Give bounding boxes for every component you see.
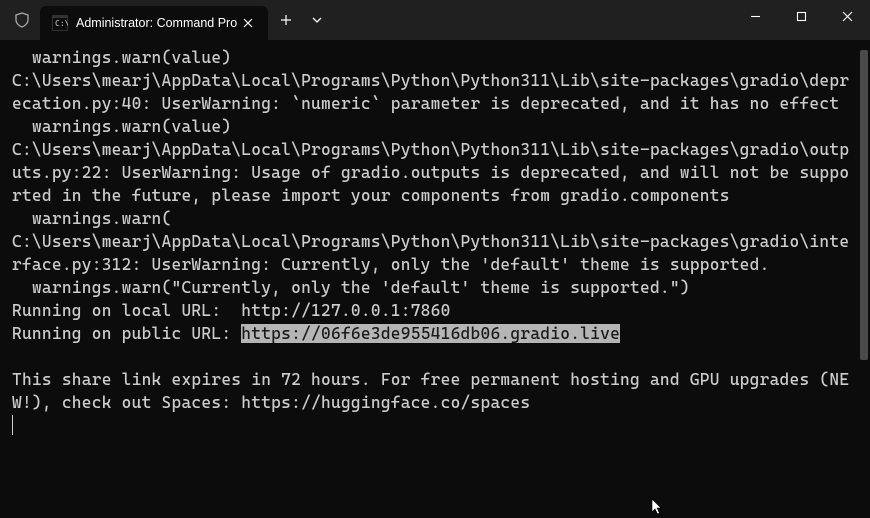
tab-dropdown-button[interactable] [304,13,330,27]
terminal-line: warnings.warn( [12,207,858,230]
terminal-output[interactable]: warnings.warn(value)C:\Users\mearj\AppDa… [0,40,870,443]
shield-icon [14,12,30,28]
close-icon [842,11,853,22]
terminal-line: warnings.warn("Currently, only the 'defa… [12,276,858,299]
close-icon [243,18,253,28]
terminal-line [12,345,858,368]
new-tab-button[interactable] [268,10,304,30]
cmd-icon: C:\ [52,15,68,31]
terminal-line: C:\Users\mearj\AppData\Local\Programs\Py… [12,230,858,276]
tab-close-button[interactable] [238,16,258,30]
maximize-button[interactable] [778,0,824,32]
maximize-icon [796,11,807,22]
terminal-line: Running on local URL: http://127.0.0.1:7… [12,299,858,322]
terminal-line: Running on public URL: https://06f6e3de9… [12,322,858,345]
tab-active[interactable]: C:\ Administrator: Command Pro [40,6,268,40]
tab-title: Administrator: Command Pro [76,16,238,30]
window-controls [732,0,870,40]
svg-text:C:\: C:\ [55,19,68,28]
text-cursor [12,415,13,435]
terminal-line: This share link expires in 72 hours. For… [12,368,858,414]
terminal-line: C:\Users\mearj\AppData\Local\Programs\Py… [12,69,858,115]
mouse-cursor-icon [650,498,664,516]
terminal-line: warnings.warn(value) [12,115,858,138]
public-url-selected: https://06f6e3de955416db06.gradio.live [241,324,620,343]
public-url-prefix: Running on public URL: [12,324,241,343]
plus-icon [280,14,292,26]
close-button[interactable] [824,0,870,32]
chevron-down-icon [312,17,322,23]
titlebar: C:\ Administrator: Command Pro [0,0,870,40]
minimize-icon [750,11,761,22]
terminal-line: C:\Users\mearj\AppData\Local\Programs\Py… [12,138,858,207]
minimize-button[interactable] [732,0,778,32]
scrollbar-thumb[interactable] [860,50,868,360]
terminal-line: warnings.warn(value) [12,46,858,69]
